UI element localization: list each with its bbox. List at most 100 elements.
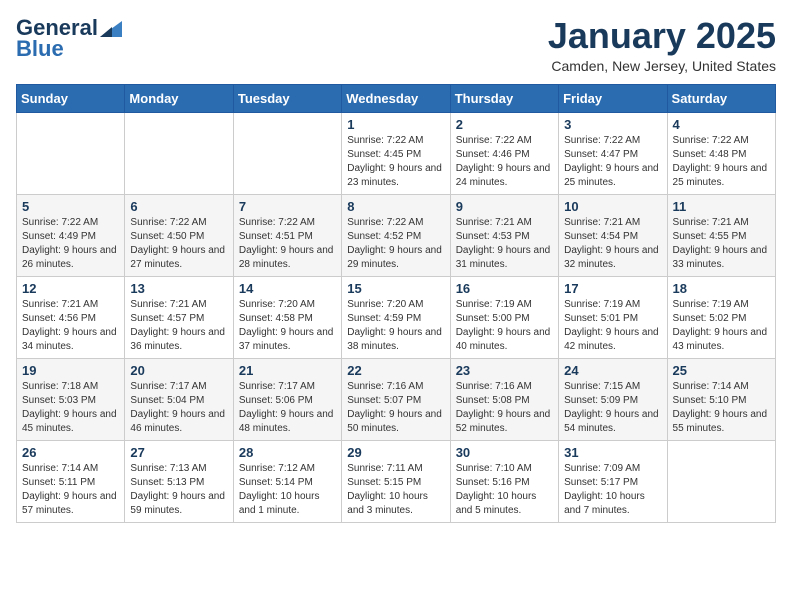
calendar-cell: 18Sunrise: 7:19 AMSunset: 5:02 PMDayligh… [667, 276, 775, 358]
calendar-cell: 22 Sunrise: 7:16 AMSunset: 5:07 PMDayligh… [342, 358, 450, 440]
day-number: 7 [239, 199, 336, 214]
day-info: Sunrise: 7:22 AMSunset: 4:48 PMDaylight:… [673, 134, 770, 190]
day-info: Sunrise: 7:22 AMSunset: 4:46 PMDaylight:… [456, 134, 553, 190]
calendar-cell: 9 Sunrise: 7:21 AMSunset: 4:53 PMDaylight… [450, 194, 558, 276]
day-number: 3 [564, 117, 661, 132]
day-info: Sunrise: 7:21 AMSunset: 4:56 PMDaylight:… [22, 298, 119, 354]
day-info: Sunrise: 7:22 AMSunset: 4:50 PMDaylight:… [130, 216, 227, 272]
calendar-cell: 20 Sunrise: 7:17 AMSunset: 5:04 PMDayligh… [125, 358, 233, 440]
day-info: Sunrise: 7:10 AMSunset: 5:16 PMDaylight:… [456, 462, 553, 518]
day-number: 13 [130, 281, 227, 296]
calendar-cell: 25 Sunrise: 7:14 AMSunset: 5:10 PMDayligh… [667, 358, 775, 440]
weekday-header-tuesday: Tuesday [233, 84, 341, 112]
day-number: 17 [564, 281, 661, 296]
calendar-cell: 26 Sunrise: 7:14 AMSunset: 5:11 PMDayligh… [17, 440, 125, 522]
day-number: 4 [673, 117, 770, 132]
calendar-week-row: 1 Sunrise: 7:22 AMSunset: 4:45 PMDaylight… [17, 112, 776, 194]
logo-icon [100, 21, 122, 37]
calendar-cell: 2 Sunrise: 7:22 AMSunset: 4:46 PMDaylight… [450, 112, 558, 194]
calendar-cell: 14Sunrise: 7:20 AMSunset: 4:58 PMDayligh… [233, 276, 341, 358]
calendar-cell: 27 Sunrise: 7:13 AMSunset: 5:13 PMDayligh… [125, 440, 233, 522]
day-number: 28 [239, 445, 336, 460]
calendar-cell: 11 Sunrise: 7:21 AMSunset: 4:55 PMDayligh… [667, 194, 775, 276]
day-number: 1 [347, 117, 444, 132]
weekday-header-saturday: Saturday [667, 84, 775, 112]
day-info: Sunrise: 7:17 AMSunset: 5:04 PMDaylight:… [130, 380, 227, 436]
calendar-week-row: 12Sunrise: 7:21 AMSunset: 4:56 PMDayligh… [17, 276, 776, 358]
day-info: Sunrise: 7:19 AMSunset: 5:01 PMDaylight:… [564, 298, 661, 354]
calendar-cell [17, 112, 125, 194]
calendar-cell: 5 Sunrise: 7:22 AMSunset: 4:49 PMDaylight… [17, 194, 125, 276]
month-title: January 2025 [548, 16, 776, 56]
calendar-cell: 21Sunrise: 7:17 AMSunset: 5:06 PMDayligh… [233, 358, 341, 440]
day-number: 15 [347, 281, 444, 296]
day-info: Sunrise: 7:14 AMSunset: 5:11 PMDaylight:… [22, 462, 119, 518]
weekday-header-friday: Friday [559, 84, 667, 112]
day-info: Sunrise: 7:21 AMSunset: 4:57 PMDaylight:… [130, 298, 227, 354]
calendar-cell: 23Sunrise: 7:16 AMSunset: 5:08 PMDayligh… [450, 358, 558, 440]
day-number: 16 [456, 281, 553, 296]
day-number: 20 [130, 363, 227, 378]
day-info: Sunrise: 7:16 AMSunset: 5:08 PMDaylight:… [456, 380, 553, 436]
calendar-cell: 6 Sunrise: 7:22 AMSunset: 4:50 PMDaylight… [125, 194, 233, 276]
day-info: Sunrise: 7:19 AMSunset: 5:00 PMDaylight:… [456, 298, 553, 354]
calendar-cell: 3 Sunrise: 7:22 AMSunset: 4:47 PMDaylight… [559, 112, 667, 194]
calendar-week-row: 26 Sunrise: 7:14 AMSunset: 5:11 PMDayligh… [17, 440, 776, 522]
calendar-cell: 10Sunrise: 7:21 AMSunset: 4:54 PMDayligh… [559, 194, 667, 276]
day-number: 22 [347, 363, 444, 378]
weekday-header-wednesday: Wednesday [342, 84, 450, 112]
logo: General Blue [16, 16, 122, 62]
day-number: 24 [564, 363, 661, 378]
calendar-cell: 13 Sunrise: 7:21 AMSunset: 4:57 PMDayligh… [125, 276, 233, 358]
day-info: Sunrise: 7:16 AMSunset: 5:07 PMDaylight:… [347, 380, 444, 436]
location-subtitle: Camden, New Jersey, United States [548, 58, 776, 74]
day-number: 26 [22, 445, 119, 460]
calendar-cell: 8 Sunrise: 7:22 AMSunset: 4:52 PMDaylight… [342, 194, 450, 276]
weekday-header-sunday: Sunday [17, 84, 125, 112]
day-number: 30 [456, 445, 553, 460]
day-info: Sunrise: 7:22 AMSunset: 4:49 PMDaylight:… [22, 216, 119, 272]
day-number: 5 [22, 199, 119, 214]
day-number: 9 [456, 199, 553, 214]
day-info: Sunrise: 7:20 AMSunset: 4:59 PMDaylight:… [347, 298, 444, 354]
calendar-cell [233, 112, 341, 194]
calendar-cell [667, 440, 775, 522]
day-number: 31 [564, 445, 661, 460]
calendar-cell: 17 Sunrise: 7:19 AMSunset: 5:01 PMDayligh… [559, 276, 667, 358]
day-number: 2 [456, 117, 553, 132]
day-number: 25 [673, 363, 770, 378]
weekday-header-monday: Monday [125, 84, 233, 112]
calendar-week-row: 19Sunrise: 7:18 AMSunset: 5:03 PMDayligh… [17, 358, 776, 440]
day-info: Sunrise: 7:22 AMSunset: 4:51 PMDaylight:… [239, 216, 336, 272]
day-number: 19 [22, 363, 119, 378]
day-info: Sunrise: 7:22 AMSunset: 4:45 PMDaylight:… [347, 134, 444, 190]
day-number: 18 [673, 281, 770, 296]
day-info: Sunrise: 7:09 AMSunset: 5:17 PMDaylight:… [564, 462, 661, 518]
day-info: Sunrise: 7:21 AMSunset: 4:55 PMDaylight:… [673, 216, 770, 272]
day-info: Sunrise: 7:22 AMSunset: 4:52 PMDaylight:… [347, 216, 444, 272]
calendar-cell: 31 Sunrise: 7:09 AMSunset: 5:17 PMDayligh… [559, 440, 667, 522]
day-info: Sunrise: 7:21 AMSunset: 4:54 PMDaylight:… [564, 216, 661, 272]
calendar-cell [125, 112, 233, 194]
day-info: Sunrise: 7:11 AMSunset: 5:15 PMDaylight:… [347, 462, 444, 518]
day-number: 8 [347, 199, 444, 214]
weekday-header-row: SundayMondayTuesdayWednesdayThursdayFrid… [17, 84, 776, 112]
calendar-table: SundayMondayTuesdayWednesdayThursdayFrid… [16, 84, 776, 523]
page-header: General Blue January 2025 Camden, New Je… [16, 16, 776, 74]
day-info: Sunrise: 7:14 AMSunset: 5:10 PMDaylight:… [673, 380, 770, 436]
day-number: 27 [130, 445, 227, 460]
day-info: Sunrise: 7:21 AMSunset: 4:53 PMDaylight:… [456, 216, 553, 272]
day-info: Sunrise: 7:13 AMSunset: 5:13 PMDaylight:… [130, 462, 227, 518]
day-number: 6 [130, 199, 227, 214]
day-info: Sunrise: 7:22 AMSunset: 4:47 PMDaylight:… [564, 134, 661, 190]
day-number: 11 [673, 199, 770, 214]
calendar-cell: 15 Sunrise: 7:20 AMSunset: 4:59 PMDayligh… [342, 276, 450, 358]
calendar-cell: 30 Sunrise: 7:10 AMSunset: 5:16 PMDayligh… [450, 440, 558, 522]
day-number: 29 [347, 445, 444, 460]
title-block: January 2025 Camden, New Jersey, United … [548, 16, 776, 74]
calendar-cell: 7 Sunrise: 7:22 AMSunset: 4:51 PMDaylight… [233, 194, 341, 276]
day-info: Sunrise: 7:17 AMSunset: 5:06 PMDaylight:… [239, 380, 336, 436]
weekday-header-thursday: Thursday [450, 84, 558, 112]
day-info: Sunrise: 7:12 AMSunset: 5:14 PMDaylight:… [239, 462, 336, 518]
day-info: Sunrise: 7:15 AMSunset: 5:09 PMDaylight:… [564, 380, 661, 436]
